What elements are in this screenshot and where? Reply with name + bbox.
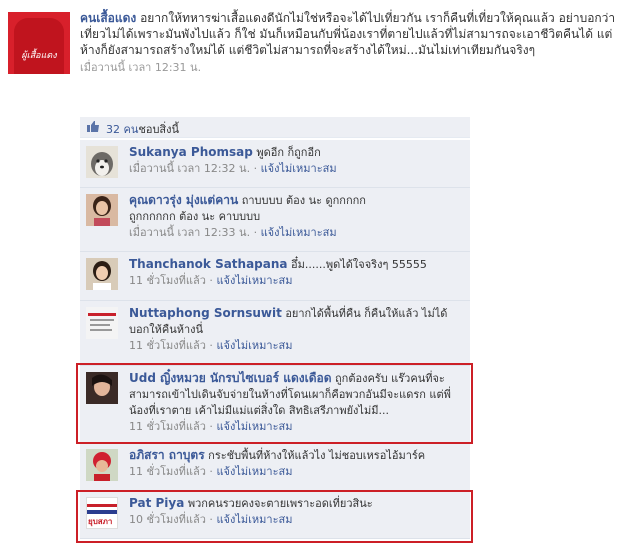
highlight-box-udd [76,363,473,444]
commenter-name[interactable]: คุณดาวรุ่ง มุ่งแต่คาน [129,193,238,207]
comment-time[interactable]: เมื่อวานนี้ เวลา 12:33 น. [129,226,250,239]
commenter-name[interactable]: Sukanya Phomsap [129,145,253,159]
post-author-avatar[interactable]: ผู้เสื้อแดง [8,12,70,74]
comment-item: Nuttaphong Sornsuwit อยากได้พื้นที่คืน ก… [80,301,470,366]
post-body: คนเสื้อแดง อยากให้ทหารฆ่าเสื้อแดงดีนักไม… [80,10,622,76]
meta-separator: · [250,226,261,239]
report-link[interactable]: แจ้งไม่เหมาะสม [216,339,292,352]
comment-text: อึ๋ม......พูดได้ใจจริงๆ 55555 [291,258,427,271]
highlight-box-pat [76,490,473,543]
commenter-name[interactable]: Thanchanok Sathapana [129,257,288,271]
comment-time[interactable]: 11 ชั่วโมงที่แล้ว [129,465,206,478]
comment-item: Thanchanok Sathapana อึ๋ม......พูดได้ใจจ… [80,252,470,301]
post-author-name[interactable]: คนเสื้อแดง [80,11,136,25]
comment-content: อภิสรา ถาบุตร กระชับพื้นที่ห้างให้แล้วไง… [129,447,467,480]
person-photo-icon [86,258,118,290]
avatar-logo-text: ผู้เสื้อแดง [21,51,57,61]
meta-separator: · [205,339,217,352]
likes-suffix: ชอบสิ่งนี้ [138,123,180,136]
commenter-name[interactable]: อภิสรา ถาบุตร [129,448,205,462]
commenter-name[interactable]: Nuttaphong Sornsuwit [129,306,282,320]
comment-text: กระชับพื้นที่ห้างให้แล้วไง ไม่ชอบเหรอไอ้… [208,449,426,462]
commenter-avatar[interactable] [86,258,118,290]
document-photo-icon [86,307,118,339]
likes-text: 32 คนชอบสิ่งนี้ [106,120,179,138]
comment-time[interactable]: เมื่อวานนี้ เวลา 12:32 น. [129,162,250,175]
meta-separator: · [205,465,217,478]
commenter-avatar[interactable] [86,449,118,481]
person-photo-icon [86,449,118,481]
commenter-avatar[interactable] [86,194,118,226]
post-timestamp[interactable]: เมื่อวานนี้ เวลา 12:31 น. [80,60,622,76]
comment-item: Sukanya Phomsap พูดอีก ก็ถูกอีก เมื่อวาน… [80,140,470,188]
post-text: อยากให้ทหารฆ่าเสื้อแดงดีนักไม่ใช่หรือจะไ… [80,11,616,57]
comment-content: Thanchanok Sathapana อึ๋ม......พูดได้ใจจ… [129,256,467,289]
comment-content: คุณดาวรุ่ง มุ่งแต่คาน ถาบบบบ ต้อง นะ ดูก… [129,192,467,241]
comment-item: อภิสรา ถาบุตร กระชับพื้นที่ห้างให้แล้วไง… [80,443,470,491]
meta-separator: · [205,274,217,287]
report-link[interactable]: แจ้งไม่เหมาะสม [216,274,292,287]
report-link[interactable]: แจ้งไม่เหมาะสม [261,162,337,175]
comment-time[interactable]: 11 ชั่วโมงที่แล้ว [129,339,206,352]
likes-bar: 32 คนชอบสิ่งนี้ [80,117,470,138]
likes-count-link[interactable]: 32 คน [106,123,138,136]
commenter-avatar[interactable] [86,146,118,178]
person-photo-icon [86,194,118,226]
comment-time[interactable]: 11 ชั่วโมงที่แล้ว [129,274,206,287]
comment-text-line2: ถูกกกกกก ต้อง นะ คาบบบบ [129,210,261,223]
commenter-avatar[interactable] [86,307,118,339]
comment-text: ถาบบบบ ต้อง นะ ดูกกกกก [241,194,366,207]
report-link[interactable]: แจ้งไม่เหมาะสม [216,465,292,478]
red-shirt-image [14,18,64,74]
comment-item: คุณดาวรุ่ง มุ่งแต่คาน ถาบบบบ ต้อง นะ ดูก… [80,188,470,252]
comment-text: พูดอีก ก็ถูกอีก [256,146,321,159]
report-link[interactable]: แจ้งไม่เหมาะสม [261,226,337,239]
dog-photo-icon [86,146,118,178]
comment-content: Sukanya Phomsap พูดอีก ก็ถูกอีก เมื่อวาน… [129,144,467,177]
comment-content: Nuttaphong Sornsuwit อยากได้พื้นที่คืน ก… [129,305,467,354]
meta-separator: · [250,162,261,175]
thumbs-up-icon [87,121,99,132]
